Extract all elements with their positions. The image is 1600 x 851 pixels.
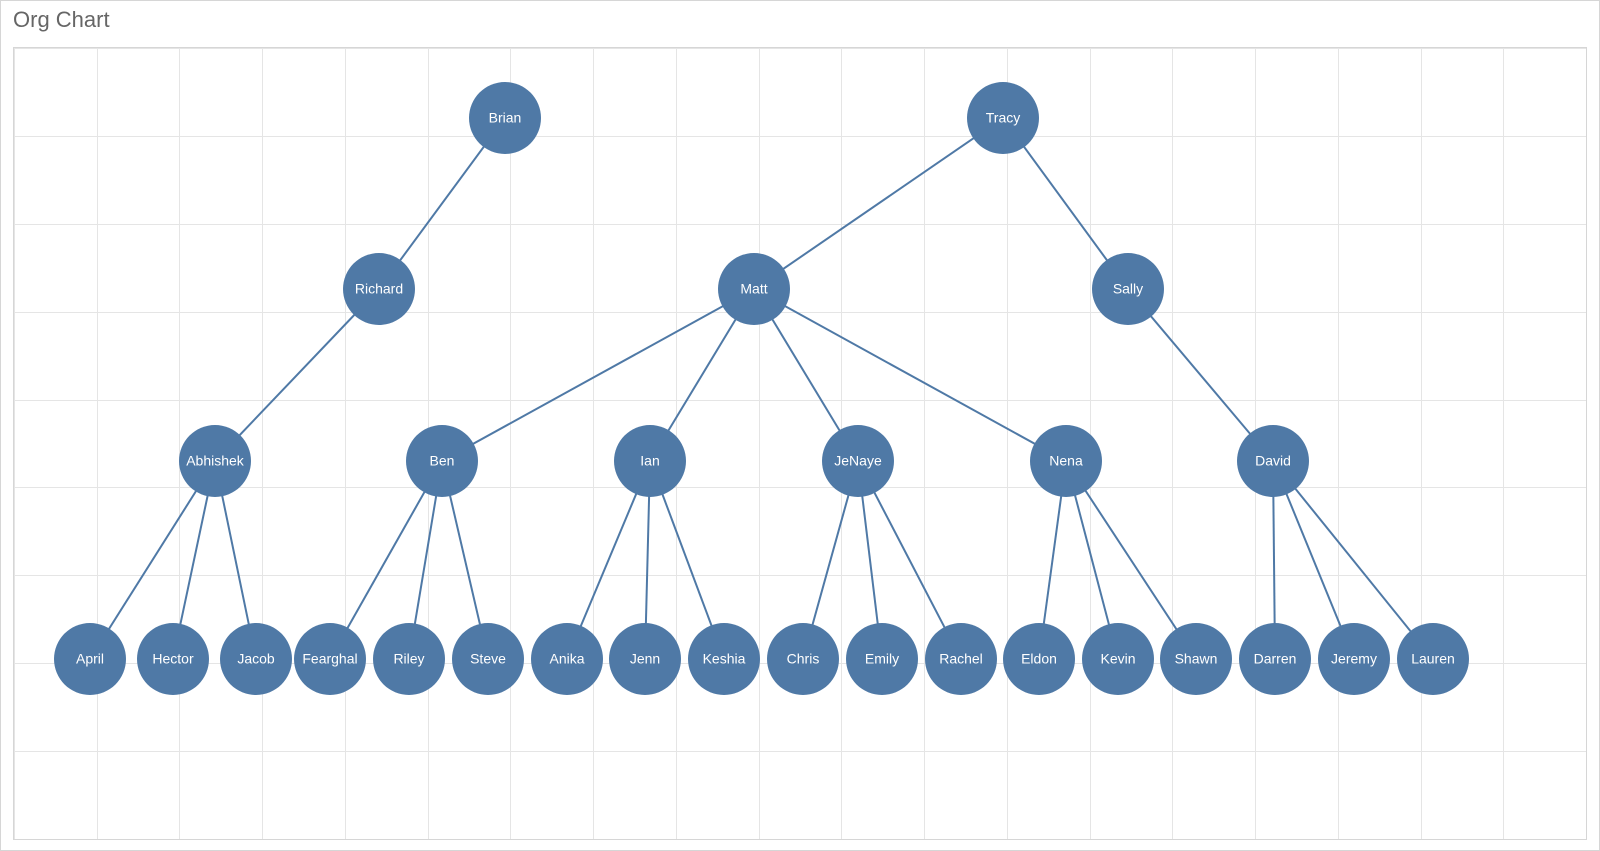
edge-matt-nena	[754, 289, 1066, 461]
nodes: Brian Tracy Richard Matt Sally Abhishek Ben Ian…	[54, 82, 1469, 695]
node-label: Ian	[640, 453, 659, 469]
node-label: Jeremy	[1331, 651, 1377, 667]
node-fearghal[interactable]: Fearghal	[294, 623, 366, 695]
node-darren[interactable]: Darren	[1239, 623, 1311, 695]
node-label: Sally	[1113, 281, 1143, 297]
node-emily[interactable]: Emily	[846, 623, 918, 695]
node-nena[interactable]: Nena	[1030, 425, 1102, 497]
node-label: Steve	[470, 651, 506, 667]
node-david[interactable]: David	[1237, 425, 1309, 497]
node-richard[interactable]: Richard	[343, 253, 415, 325]
node-label: Tracy	[986, 110, 1020, 126]
node-label: Emily	[865, 651, 899, 667]
node-label: Richard	[355, 281, 403, 297]
node-label: Riley	[393, 651, 424, 667]
node-label: Anika	[549, 651, 584, 667]
edge-matt-ben	[442, 289, 754, 461]
node-ben[interactable]: Ben	[406, 425, 478, 497]
node-jenaye[interactable]: JeNaye	[822, 425, 894, 497]
node-label: Darren	[1254, 651, 1297, 667]
node-lauren[interactable]: Lauren	[1397, 623, 1469, 695]
panel: Org Chart Brian Tracy Richard Matt Sally Abhi…	[0, 0, 1600, 851]
node-label: Rachel	[939, 651, 983, 667]
node-jenn[interactable]: Jenn	[609, 623, 681, 695]
node-label: David	[1255, 453, 1291, 469]
node-jeremy[interactable]: Jeremy	[1318, 623, 1390, 695]
node-label: Nena	[1049, 453, 1083, 469]
node-label: Kevin	[1100, 651, 1135, 667]
node-label: Jenn	[630, 651, 660, 667]
node-label: Eldon	[1021, 651, 1057, 667]
node-kevin[interactable]: Kevin	[1082, 623, 1154, 695]
node-label: Brian	[489, 110, 522, 126]
node-label: Chris	[787, 651, 820, 667]
node-matt[interactable]: Matt	[718, 253, 790, 325]
node-april[interactable]: April	[54, 623, 126, 695]
node-jacob[interactable]: Jacob	[220, 623, 292, 695]
node-label: Abhishek	[186, 453, 245, 469]
node-rachel[interactable]: Rachel	[925, 623, 997, 695]
node-abhishek[interactable]: Abhishek	[179, 425, 251, 497]
node-label: Shawn	[1175, 651, 1218, 667]
node-label: Matt	[740, 281, 767, 297]
node-label: Jacob	[237, 651, 275, 667]
node-label: Fearghal	[302, 651, 357, 667]
node-keshia[interactable]: Keshia	[688, 623, 760, 695]
panel-title: Org Chart	[1, 1, 1599, 41]
node-anika[interactable]: Anika	[531, 623, 603, 695]
node-tracy[interactable]: Tracy	[967, 82, 1039, 154]
node-label: Ben	[430, 453, 455, 469]
node-label: April	[76, 651, 104, 667]
node-steve[interactable]: Steve	[452, 623, 524, 695]
org-chart-area: Brian Tracy Richard Matt Sally Abhishek Ben Ian…	[13, 47, 1587, 840]
node-label: Keshia	[703, 651, 746, 667]
node-sally[interactable]: Sally	[1092, 253, 1164, 325]
node-label: JeNaye	[834, 453, 882, 469]
edge-tracy-matt	[754, 118, 1003, 289]
node-label: Lauren	[1411, 651, 1455, 667]
edges	[90, 118, 1433, 659]
node-chris[interactable]: Chris	[767, 623, 839, 695]
node-ian[interactable]: Ian	[614, 425, 686, 497]
node-shawn[interactable]: Shawn	[1160, 623, 1232, 695]
grid	[14, 48, 1586, 839]
node-hector[interactable]: Hector	[137, 623, 209, 695]
node-riley[interactable]: Riley	[373, 623, 445, 695]
node-brian[interactable]: Brian	[469, 82, 541, 154]
node-label: Hector	[152, 651, 194, 667]
node-eldon[interactable]: Eldon	[1003, 623, 1075, 695]
org-chart-svg: Brian Tracy Richard Matt Sally Abhishek Ben Ian…	[14, 48, 1586, 839]
